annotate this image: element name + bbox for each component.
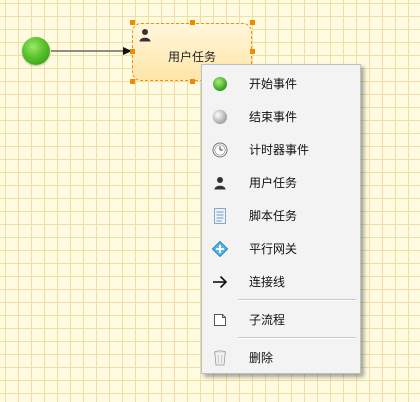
menu-item-subprocess[interactable]: 子流程	[202, 304, 360, 336]
end-event-icon	[212, 109, 228, 125]
menu-item-label: 结束事件	[249, 110, 298, 124]
diagram-canvas[interactable]: 用户任务 开始事件 结束事件 计时器事件 用户任务 脚本任务 平行网关 连接线 …	[0, 0, 420, 402]
start-event-node[interactable]	[22, 37, 50, 65]
resize-handle-s[interactable]	[190, 79, 195, 84]
arrow-right-icon	[212, 274, 228, 290]
start-event-icon	[212, 76, 228, 92]
menu-item-label: 计时器事件	[249, 143, 310, 157]
parallel-gateway-icon	[212, 241, 228, 257]
resize-handle-nw[interactable]	[130, 20, 135, 25]
menu-item-label: 脚本任务	[249, 209, 298, 223]
context-menu: 开始事件 结束事件 计时器事件 用户任务 脚本任务 平行网关 连接线 子流程 删…	[201, 64, 361, 374]
menu-item-connector[interactable]: 连接线	[202, 266, 360, 298]
user-icon	[139, 29, 151, 42]
menu-item-delete[interactable]: 删除	[202, 342, 360, 374]
menu-item-label: 用户任务	[249, 176, 298, 190]
menu-item-label: 连接线	[249, 275, 286, 289]
menu-item-timer-event[interactable]: 计时器事件	[202, 134, 360, 166]
menu-item-start-event[interactable]: 开始事件	[202, 68, 360, 100]
menu-item-user-task[interactable]: 用户任务	[202, 167, 360, 199]
user-icon	[212, 175, 228, 191]
menu-item-end-event[interactable]: 结束事件	[202, 101, 360, 133]
menu-item-label: 开始事件	[249, 77, 298, 91]
resize-handle-sw[interactable]	[130, 79, 135, 84]
menu-item-label: 子流程	[249, 313, 286, 327]
menu-item-script-task[interactable]: 脚本任务	[202, 200, 360, 232]
resize-handle-ne[interactable]	[250, 20, 255, 25]
resize-handle-w[interactable]	[130, 49, 135, 54]
resize-handle-e[interactable]	[250, 49, 255, 54]
menu-item-label: 删除	[249, 351, 274, 365]
menu-item-label: 平行网关	[249, 242, 298, 256]
task-label: 用户任务	[167, 50, 216, 64]
menu-separator	[238, 337, 356, 339]
script-icon	[212, 208, 228, 224]
menu-separator	[238, 299, 356, 301]
subprocess-icon	[212, 312, 228, 328]
menu-item-parallel-gateway[interactable]: 平行网关	[202, 233, 360, 265]
timer-icon	[212, 142, 228, 158]
trash-icon	[212, 350, 228, 366]
resize-handle-n[interactable]	[190, 20, 195, 25]
